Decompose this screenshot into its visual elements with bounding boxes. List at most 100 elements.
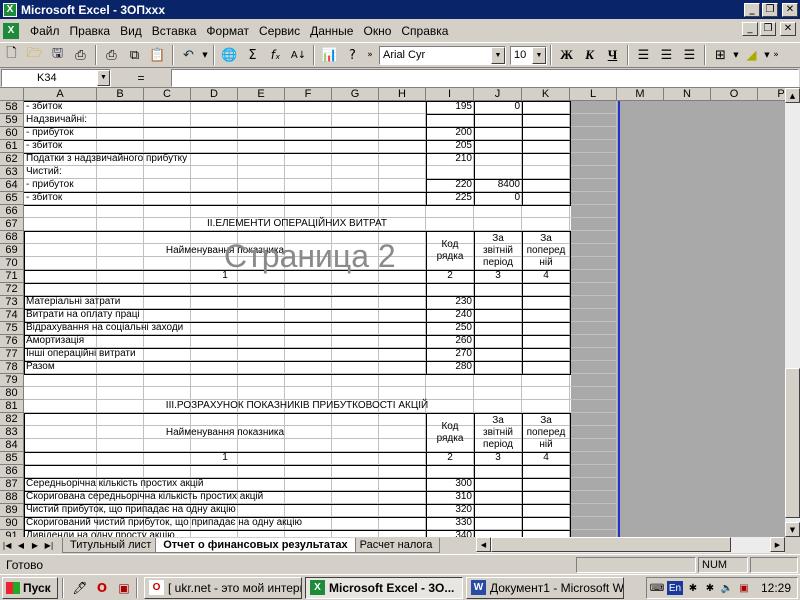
- row-header-79[interactable]: 79: [0, 374, 24, 387]
- task-word[interactable]: W Документ1 - Microsoft W...: [466, 576, 624, 599]
- cell-j58[interactable]: 0: [474, 101, 522, 114]
- row-header-65[interactable]: 65: [0, 192, 24, 205]
- row-header-76[interactable]: 76: [0, 335, 24, 348]
- toolbar-overflow-icon[interactable]: »: [364, 44, 376, 66]
- cell-i61[interactable]: 205: [426, 140, 474, 153]
- cell-a77[interactable]: Інші операційні витрати: [24, 348, 426, 361]
- cell-a85[interactable]: 1: [24, 452, 426, 465]
- keyboard-icon[interactable]: ⌨: [650, 581, 664, 595]
- column-header-l[interactable]: L: [570, 88, 617, 101]
- font-name-combo[interactable]: Arial Cyr ▼: [379, 45, 506, 65]
- row-header-73[interactable]: 73: [0, 296, 24, 309]
- fill-color-icon[interactable]: ◢: [740, 44, 763, 66]
- cell-i91[interactable]: 340: [426, 530, 474, 537]
- align-left-icon[interactable]: ☰: [632, 44, 655, 66]
- tab-title-sheet[interactable]: Титульный лист: [62, 537, 160, 553]
- row-header-91[interactable]: 91: [0, 530, 24, 537]
- open-folder-icon[interactable]: 🗁: [23, 44, 46, 66]
- column-header-h[interactable]: H: [379, 88, 426, 101]
- cell-i71[interactable]: 2: [426, 270, 474, 283]
- cell-j64[interactable]: 8400: [474, 179, 522, 192]
- column-header-j[interactable]: J: [474, 88, 522, 101]
- close-button[interactable]: ✕: [782, 2, 798, 17]
- cell-j71[interactable]: 3: [474, 270, 522, 283]
- column-header-k[interactable]: K: [522, 88, 570, 101]
- cell-a78[interactable]: Разом: [24, 361, 426, 374]
- row-header-77[interactable]: 77: [0, 348, 24, 361]
- cell-k71[interactable]: 4: [522, 270, 570, 283]
- bug-icon[interactable]: ✱: [686, 581, 700, 595]
- menu-format[interactable]: Формат: [201, 22, 254, 40]
- tab-financial-results[interactable]: Отчет о финансовых результатах: [155, 537, 356, 553]
- row-header-84[interactable]: 84: [0, 439, 24, 452]
- column-header-b[interactable]: B: [97, 88, 144, 101]
- chevron-down-icon[interactable]: ▼: [532, 46, 546, 64]
- column-header-p[interactable]: P: [758, 88, 785, 101]
- cell-a59[interactable]: Надзвичайні:: [24, 114, 426, 127]
- scroll-up-icon[interactable]: ▲: [785, 88, 800, 103]
- cell-a63[interactable]: Чистий:: [24, 166, 426, 179]
- sort-ascending-icon[interactable]: A↓: [287, 44, 310, 66]
- cell-j85[interactable]: 3: [474, 452, 522, 465]
- row-header-90[interactable]: 90: [0, 517, 24, 530]
- row-header-80[interactable]: 80: [0, 387, 24, 400]
- font-size-combo[interactable]: 10 ▼: [510, 45, 547, 65]
- row-header-72[interactable]: 72: [0, 283, 24, 296]
- scroll-left-icon[interactable]: ◀: [476, 537, 491, 552]
- undo-icon[interactable]: ↶: [177, 44, 200, 66]
- row-header-63[interactable]: 63: [0, 166, 24, 179]
- opera-icon[interactable]: O: [93, 579, 111, 597]
- vertical-scrollbar[interactable]: ▲ ▼: [785, 88, 800, 537]
- cell-i65[interactable]: 225: [426, 192, 474, 205]
- toolbar-overflow-icon[interactable]: »: [771, 44, 781, 66]
- fill-color-dropdown-icon[interactable]: ▼: [763, 44, 771, 66]
- cell-i90[interactable]: 330: [426, 517, 474, 530]
- row-header-66[interactable]: 66: [0, 205, 24, 218]
- menu-view[interactable]: Вид: [115, 22, 147, 40]
- cell-a91[interactable]: Дивіденди на одну просту акцію: [24, 530, 426, 537]
- undo-dropdown-icon[interactable]: ▼: [200, 44, 210, 66]
- next-sheet-icon[interactable]: ▶: [28, 538, 42, 552]
- first-sheet-icon[interactable]: |◀: [0, 538, 14, 552]
- cell-a61[interactable]: - збиток: [24, 140, 426, 153]
- menu-edit[interactable]: Правка: [65, 22, 116, 40]
- column-header-i[interactable]: I: [426, 88, 474, 101]
- language-indicator[interactable]: En: [667, 581, 683, 595]
- last-sheet-icon[interactable]: ▶|: [42, 538, 56, 552]
- row-header-89[interactable]: 89: [0, 504, 24, 517]
- scroll-right-icon[interactable]: ▶: [770, 537, 785, 552]
- cell-i75[interactable]: 250: [426, 322, 474, 335]
- column-header-g[interactable]: G: [332, 88, 379, 101]
- cell-a64[interactable]: - прибуток: [24, 179, 426, 192]
- underline-button[interactable]: Ч: [601, 44, 624, 66]
- row-header-83[interactable]: 83: [0, 426, 24, 439]
- column-header-d[interactable]: D: [191, 88, 238, 101]
- column-header-a[interactable]: A: [24, 88, 97, 101]
- cell-i88[interactable]: 310: [426, 491, 474, 504]
- new-file-icon[interactable]: 🗋: [0, 44, 23, 66]
- scroll-down-icon[interactable]: ▼: [785, 522, 800, 537]
- cell-i89[interactable]: 320: [426, 504, 474, 517]
- media-tray-icon[interactable]: ▣: [737, 581, 751, 595]
- restore-button[interactable]: ❐: [762, 2, 778, 17]
- formula-input[interactable]: [171, 68, 799, 87]
- worksheet-grid[interactable]: A B C D E F G H I J K L M N O P 58 59 60 61 62 63 64 65 66 67 68 69…: [0, 88, 785, 537]
- row-header-62[interactable]: 62: [0, 153, 24, 166]
- menu-insert[interactable]: Вставка: [147, 22, 202, 40]
- vertical-scroll-thumb[interactable]: [785, 368, 800, 518]
- workbook-minimize-button[interactable]: _: [742, 22, 758, 36]
- minimize-button[interactable]: _: [744, 2, 760, 17]
- cell-a88[interactable]: Скоригована середньорічна кількість прос…: [24, 491, 426, 504]
- permission-icon[interactable]: ⎙: [69, 44, 92, 66]
- menu-window[interactable]: Окно: [358, 22, 396, 40]
- column-header-c[interactable]: C: [144, 88, 191, 101]
- cell-i78[interactable]: 280: [426, 361, 474, 374]
- task-opera-ukrnet[interactable]: O [ ukr.net - это мой интерн...: [144, 576, 302, 599]
- row-header-68[interactable]: 68: [0, 231, 24, 244]
- cell-i62[interactable]: 210: [426, 153, 474, 166]
- row-header-87[interactable]: 87: [0, 478, 24, 491]
- workbook-close-button[interactable]: ✕: [780, 22, 796, 36]
- cell-k85[interactable]: 4: [522, 452, 570, 465]
- bold-button[interactable]: Ж: [555, 44, 578, 66]
- cell-a73[interactable]: Матеріальні затрати: [24, 296, 426, 309]
